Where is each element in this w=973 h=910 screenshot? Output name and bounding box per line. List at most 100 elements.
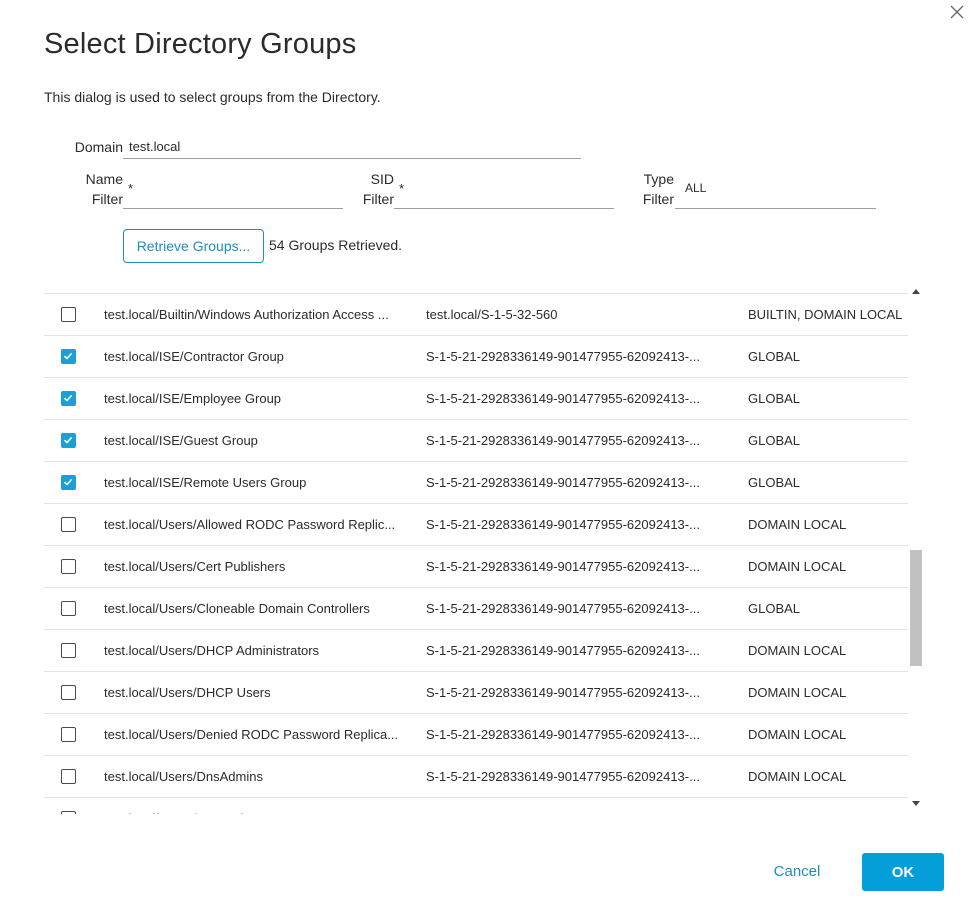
domain-input[interactable] — [123, 134, 581, 158]
table-row[interactable]: test.local/ISE/Contractor Group S-1-5-21-… — [44, 335, 908, 377]
checkbox[interactable] — [61, 307, 76, 322]
group-name: test.local/Users/Allowed RODC Password R… — [104, 517, 396, 532]
name-filter-label: Name Filter — [60, 169, 123, 209]
checkbox[interactable] — [61, 727, 76, 742]
group-type: GLOBAL — [748, 601, 801, 616]
table-row[interactable]: test.local/Users/DHCP Users S-1-5-21-2928… — [44, 671, 908, 713]
table-row[interactable]: test.local/Users/Cert Publishers S-1-5-21… — [44, 545, 908, 587]
cancel-button[interactable]: Cancel — [759, 853, 835, 889]
group-sid: S-1-5-21-2928336149-901477955-62092413-.… — [426, 769, 700, 784]
ok-button[interactable]: OK — [862, 853, 944, 891]
scrollbar-thumb[interactable] — [910, 550, 922, 666]
scroll-up-arrow-icon[interactable] — [912, 289, 920, 294]
check-icon — [63, 478, 73, 486]
check-icon — [63, 394, 73, 402]
group-sid: S-1-5-21-2928336149-901477955-62092413-.… — [426, 727, 700, 742]
check-icon — [63, 436, 73, 444]
group-type: DOMAIN LOCAL — [748, 727, 847, 742]
group-type: DOMAIN LOCAL — [748, 769, 847, 784]
group-name: test.local/ISE/Guest Group — [104, 433, 258, 448]
group-name: test.local/Users/DnsUpdateProxy — [104, 798, 410, 814]
group-name: test.local/Users/DHCP Administrators — [104, 643, 320, 658]
name-filter-label-line2: Filter — [91, 191, 123, 207]
table-scrollbar[interactable] — [908, 284, 924, 814]
group-name: test.local/Builtin/Windows Authorization… — [104, 307, 389, 322]
group-name: test.local/Users/DnsAdmins — [104, 769, 263, 784]
group-name: test.local/Users/Cloneable Domain Contro… — [104, 601, 370, 616]
group-name: test.local/ISE/Remote Users Group — [104, 475, 307, 490]
group-sid: S-1-5-21-2928336149-901477955-62092413-.… — [426, 349, 700, 364]
checkbox-checked[interactable] — [61, 475, 76, 490]
group-type: BUILTIN, DOMAIN LOCAL — [748, 307, 903, 322]
group-type: GLOBAL — [748, 349, 801, 364]
checkbox[interactable] — [61, 559, 76, 574]
dialog-description: This dialog is used to select groups fro… — [44, 89, 381, 105]
group-type: DOMAIN LOCAL — [748, 685, 847, 700]
checkbox[interactable] — [61, 517, 76, 532]
check-icon — [63, 352, 73, 360]
scroll-down-arrow-icon[interactable] — [912, 801, 920, 806]
sid-filter-field[interactable] — [394, 176, 614, 209]
group-type: DOMAIN LOCAL — [748, 643, 847, 658]
group-sid: S-1-5-21-2928336149-901477955-62092413-.… — [426, 685, 700, 700]
checkbox[interactable] — [61, 811, 76, 814]
table-row[interactable]: test.local/Users/DnsUpdateProxy S-1-5-21-… — [44, 797, 908, 814]
table-row[interactable]: test.local/ISE/Employee Group S-1-5-21-29… — [44, 377, 908, 419]
type-filter-field[interactable] — [675, 176, 876, 209]
checkbox[interactable] — [61, 769, 76, 784]
checkbox[interactable] — [61, 643, 76, 658]
checkbox[interactable] — [61, 685, 76, 700]
group-name: test.local/Users/DHCP Users — [104, 685, 271, 700]
sid-filter-label-line1: SID — [370, 171, 394, 187]
table-row[interactable]: test.local/Users/DHCP Administrators S-1-… — [44, 629, 908, 671]
table-row[interactable]: test.local/Users/Cloneable Domain Contro… — [44, 587, 908, 629]
close-icon[interactable] — [948, 3, 966, 21]
table-row[interactable]: test.local/Users/Denied RODC Password Re… — [44, 713, 908, 755]
type-filter-input[interactable] — [675, 176, 876, 200]
checkbox-checked[interactable] — [61, 433, 76, 448]
group-sid: S-1-5-21-2928336149-901477955-62092413-.… — [426, 601, 700, 616]
group-sid: S-1-5-21-2928336149-901477955-62092413-.… — [426, 559, 700, 574]
type-filter-label-line1: Type — [643, 171, 674, 187]
group-sid: S-1-5-21-2928336149-901477955-62092413-.… — [426, 475, 700, 490]
name-filter-label-line1: Name — [85, 171, 123, 187]
group-name: test.local/ISE/Contractor Group — [104, 349, 284, 364]
select-directory-groups-dialog: Select Directory Groups This dialog is u… — [0, 0, 973, 910]
table-row[interactable]: test.local/Builtin/Windows Authorization… — [44, 293, 908, 335]
groups-table-body: test.local/Builtin/Windows Authorization… — [44, 293, 908, 814]
table-row[interactable]: test.local/ISE/Guest Group S-1-5-21-29283… — [44, 419, 908, 461]
retrieve-groups-button[interactable]: Retrieve Groups... — [123, 229, 264, 263]
group-sid: S-1-5-21-2928336149-901477955-62092413-.… — [426, 433, 700, 448]
group-name: test.local/Users/Denied RODC Password Re… — [104, 727, 399, 742]
group-sid: S-1-5-21-2928336149-901477955-62092413-.… — [426, 517, 700, 532]
sid-filter-label: SID Filter — [340, 169, 394, 209]
domain-field[interactable] — [123, 134, 581, 159]
checkbox-checked[interactable] — [61, 349, 76, 364]
type-filter-label-line2: Filter — [642, 191, 674, 207]
group-type: DOMAIN LOCAL — [748, 517, 847, 532]
sid-filter-input[interactable] — [394, 176, 614, 200]
group-type: DOMAIN LOCAL — [748, 559, 847, 574]
type-filter-label: Type Filter — [620, 169, 674, 209]
group-type: GLOBAL — [748, 433, 801, 448]
table-row[interactable]: test.local/Users/DnsAdmins S-1-5-21-29283… — [44, 755, 908, 797]
domain-label: Domain — [74, 139, 123, 155]
group-sid: S-1-5-21-2928336149-901477955-62092413-.… — [426, 643, 700, 658]
groups-table: test.local/Builtin/Windows Authorization… — [44, 284, 924, 814]
name-filter-input[interactable] — [123, 176, 343, 200]
group-sid: S-1-5-21-2928336149-901477955-62092413-.… — [426, 391, 700, 406]
checkbox[interactable] — [61, 601, 76, 616]
table-row[interactable]: test.local/Users/Allowed RODC Password R… — [44, 503, 908, 545]
group-type: GLOBAL — [748, 475, 801, 490]
group-sid: S-1-5-21-2928336149-901477955-62092413-.… — [426, 798, 734, 814]
table-row[interactable]: test.local/ISE/Remote Users Group S-1-5-2… — [44, 461, 908, 503]
group-name: test.local/Users/Cert Publishers — [104, 559, 286, 574]
group-sid: test.local/S-1-5-32-560 — [426, 307, 558, 322]
group-type: GLOBAL — [748, 391, 801, 406]
group-type: GLOBAL — [748, 798, 908, 814]
name-filter-field[interactable] — [123, 176, 343, 209]
groups-retrieved-status: 54 Groups Retrieved. — [269, 237, 403, 253]
dialog-title: Select Directory Groups — [44, 28, 357, 60]
group-name: test.local/ISE/Employee Group — [104, 391, 282, 406]
checkbox-checked[interactable] — [61, 391, 76, 406]
